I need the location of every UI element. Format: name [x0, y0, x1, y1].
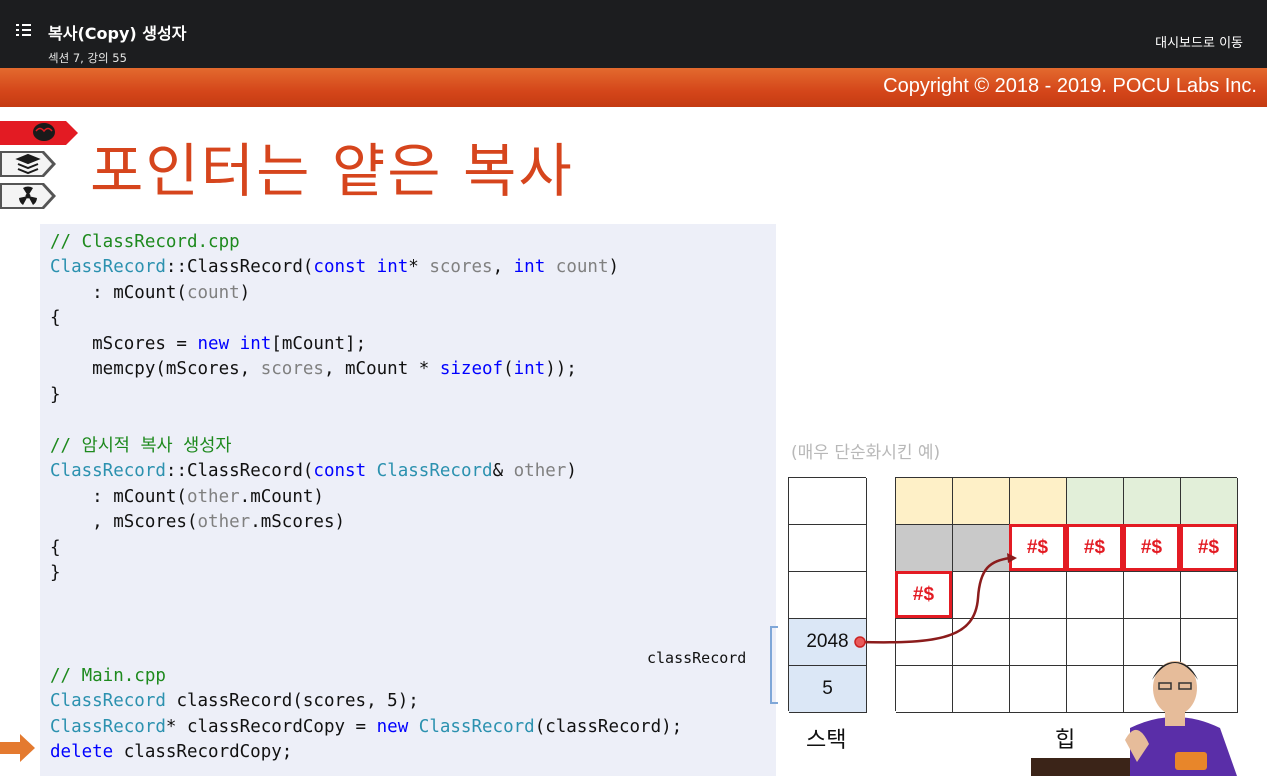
stack-cell-count: 5 — [789, 666, 867, 713]
heap-cell — [896, 478, 953, 525]
code-line: memcpy(mScores, scores, mCount * sizeof(… — [50, 359, 577, 379]
brain-tab — [0, 121, 78, 145]
code-line: ClassRecord* classRecordCopy = new Class… — [50, 717, 683, 737]
heap-allocated-block: #$ — [1123, 524, 1180, 571]
copyright-bar: Copyright © 2018 - 2019. POCU Labs Inc. — [0, 68, 1267, 107]
heap-cell — [1181, 478, 1238, 525]
heap-allocated-block: #$ — [1180, 524, 1237, 571]
heap-cell — [953, 478, 1010, 525]
pointer-arrow — [854, 553, 1017, 648]
code-line: : mCount(count) — [50, 283, 251, 303]
instructor-video — [1031, 661, 1237, 776]
variable-label: classRecord — [647, 649, 747, 667]
brain-icon — [33, 123, 55, 141]
code-block: // ClassRecord.cpp ClassRecord::ClassRec… — [40, 224, 776, 776]
heap-allocated-block: #$ — [1066, 524, 1123, 571]
code-line-current: delete classRecordCopy; — [50, 742, 293, 762]
heap-cell — [953, 666, 1010, 713]
code-line: // Main.cpp — [50, 666, 166, 686]
copyright-text: Copyright © 2018 - 2019. POCU Labs Inc. — [883, 75, 1257, 97]
code-line: ClassRecord::ClassRecord(const int* scor… — [50, 257, 620, 277]
code-line: { — [50, 308, 61, 328]
stack-label: 스택 — [806, 728, 847, 753]
code-line: { — [50, 538, 61, 558]
code-line: } — [50, 563, 61, 583]
variable-bracket — [770, 626, 778, 704]
code-line: mScores = new int[mCount]; — [50, 334, 367, 354]
slide-title: 포인터는 얕은 복사 — [90, 137, 574, 205]
code-line: : mCount(other.mCount) — [50, 487, 324, 507]
lecture-title: 복사(Copy) 생성자 — [48, 24, 187, 43]
heap-cell — [1181, 572, 1238, 619]
diagram-note: (매우 단순화시킨 예) — [791, 443, 941, 463]
radiation-tab — [0, 183, 56, 209]
code-line: // ClassRecord.cpp — [50, 232, 240, 252]
code-line: } — [50, 385, 61, 405]
heap-cell — [896, 666, 953, 713]
go-to-dashboard-link[interactable]: 대시보드로 이동 — [1155, 32, 1243, 51]
heap-cell — [1124, 478, 1181, 525]
layers-tab — [0, 151, 56, 177]
heap-cell — [1010, 478, 1067, 525]
code-line: ClassRecord::ClassRecord(const ClassReco… — [50, 461, 577, 481]
menu-list-icon[interactable] — [16, 22, 34, 38]
code-line: // 암시적 복사 생성자 — [50, 436, 232, 456]
code-line: ClassRecord classRecord(scores, 5); — [50, 691, 419, 711]
heap-cell — [1067, 478, 1124, 525]
lecture-subtitle: 섹션 7, 강의 55 — [48, 51, 127, 65]
heap-cell — [1124, 572, 1181, 619]
stack-cell — [789, 478, 867, 525]
slide-category-tabs — [0, 121, 78, 209]
current-line-arrow-icon — [0, 734, 35, 762]
course-header-bar: 복사(Copy) 생성자 섹션 7, 강의 55 대시보드로 이동 — [0, 0, 1267, 68]
heap-cell — [1067, 572, 1124, 619]
code-line: , mScores(other.mScores) — [50, 512, 346, 532]
video-slide[interactable]: Copyright © 2018 - 2019. POCU Labs Inc. — [0, 68, 1267, 776]
